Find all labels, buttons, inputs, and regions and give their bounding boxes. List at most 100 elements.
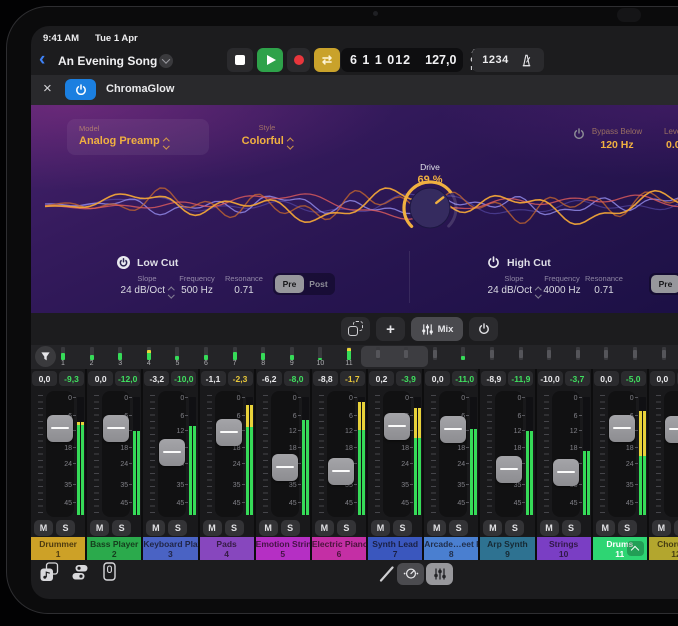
mute-button[interactable]: M bbox=[483, 520, 502, 536]
stop-button[interactable] bbox=[227, 48, 253, 72]
track-label[interactable]: Electric Piano 6 bbox=[312, 537, 366, 560]
low-cut-resonance-value[interactable]: 0.71 bbox=[217, 285, 271, 296]
solo-button[interactable]: S bbox=[393, 520, 412, 536]
style-value[interactable]: Colorful bbox=[229, 135, 305, 150]
mute-button[interactable]: M bbox=[146, 520, 165, 536]
track-label[interactable]: Synth Lead 7 bbox=[368, 537, 422, 560]
pre-button[interactable]: Pre bbox=[275, 275, 304, 293]
post-button[interactable]: Post bbox=[304, 275, 333, 293]
volume-fader[interactable] bbox=[216, 419, 242, 446]
volume-value[interactable]: -8,9 bbox=[481, 371, 506, 386]
solo-button[interactable]: S bbox=[56, 520, 75, 536]
volume-fader[interactable] bbox=[496, 456, 522, 483]
track-label[interactable]: Pads 4 bbox=[200, 537, 254, 560]
play-button[interactable] bbox=[257, 48, 283, 72]
volume-fader[interactable] bbox=[609, 415, 635, 442]
model-selector[interactable]: Model Analog Preamp bbox=[67, 119, 209, 155]
mute-button[interactable]: M bbox=[259, 520, 278, 536]
volume-fader[interactable] bbox=[328, 458, 354, 485]
volume-value[interactable]: 0,2 bbox=[369, 371, 394, 386]
pre-button[interactable]: Pre bbox=[651, 275, 678, 293]
volume-fader[interactable] bbox=[665, 416, 678, 443]
mix-view-toggle[interactable]: Mix bbox=[411, 317, 463, 341]
record-button[interactable] bbox=[287, 48, 310, 72]
metronome-icon[interactable] bbox=[519, 53, 534, 68]
lcd-display[interactable]: 6 1 1 012 127,0 4/4 C maj In Out MIDI bbox=[341, 48, 463, 72]
drive-knob[interactable] bbox=[398, 176, 462, 240]
solo-button[interactable]: S bbox=[168, 520, 187, 536]
mute-button[interactable]: M bbox=[90, 520, 109, 536]
track-label[interactable]: Emotion Strings 5 bbox=[256, 537, 310, 560]
volume-value[interactable]: 0,0 bbox=[88, 371, 113, 386]
volume-value[interactable]: 0,0 bbox=[650, 371, 675, 386]
mute-button[interactable]: M bbox=[34, 520, 53, 536]
track-label[interactable]: Arp Synth 9 bbox=[480, 537, 534, 560]
mute-button[interactable]: M bbox=[596, 520, 615, 536]
solo-button[interactable]: S bbox=[618, 520, 637, 536]
solo-button[interactable]: S bbox=[674, 520, 678, 536]
low-cut-power-button[interactable] bbox=[117, 256, 130, 269]
volume-fader[interactable] bbox=[47, 415, 73, 442]
volume-fader[interactable] bbox=[272, 454, 298, 481]
level-value[interactable]: 0.0 bbox=[666, 139, 678, 151]
controller-button[interactable] bbox=[103, 562, 116, 586]
count-in-metronome-group[interactable]: 1234 bbox=[472, 48, 544, 72]
plugin-power-button[interactable] bbox=[65, 79, 96, 100]
volume-value[interactable]: -3,2 bbox=[144, 371, 169, 386]
duplicate-button[interactable] bbox=[341, 317, 370, 341]
track-label[interactable]: Drummer 1 bbox=[31, 537, 85, 560]
song-menu-button[interactable] bbox=[159, 54, 173, 68]
smart-controls-button[interactable] bbox=[397, 563, 424, 585]
mute-button[interactable]: M bbox=[427, 520, 446, 536]
volume-value[interactable]: 0,0 bbox=[425, 371, 450, 386]
add-track-button[interactable]: + bbox=[376, 317, 405, 341]
cycle-button[interactable]: ⇄ bbox=[314, 48, 340, 72]
bypass-below-value[interactable]: 120 Hz bbox=[582, 139, 652, 151]
mixer-power-button[interactable] bbox=[469, 317, 498, 341]
browser-button[interactable] bbox=[39, 562, 61, 587]
track-label[interactable]: Bass Player 2 bbox=[87, 537, 141, 560]
mute-button[interactable]: M bbox=[203, 520, 222, 536]
solo-button[interactable]: S bbox=[337, 520, 356, 536]
meter-bridge[interactable]: 1234567891011 bbox=[31, 345, 678, 369]
loops-browser-icon bbox=[39, 562, 61, 582]
mute-button[interactable]: M bbox=[315, 520, 334, 536]
track-label[interactable]: Keyboard Player 3 bbox=[143, 537, 197, 560]
solo-button[interactable]: S bbox=[112, 520, 131, 536]
track-label[interactable]: Chorus V 12 bbox=[649, 537, 678, 560]
mute-button[interactable]: M bbox=[652, 520, 671, 536]
style-selector[interactable]: Style Colorful bbox=[229, 123, 305, 150]
volume-value[interactable]: 0,0 bbox=[594, 371, 619, 386]
solo-button[interactable]: S bbox=[281, 520, 300, 536]
back-button[interactable]: ‹ bbox=[39, 50, 45, 69]
mute-button[interactable]: M bbox=[371, 520, 390, 536]
mixer-view-button[interactable] bbox=[426, 563, 453, 585]
track-label[interactable]: Strings 10 bbox=[537, 537, 591, 560]
volume-fader[interactable] bbox=[384, 413, 410, 440]
expand-stack-button[interactable] bbox=[627, 541, 644, 556]
model-value[interactable]: Analog Preamp bbox=[79, 135, 168, 150]
count-in-button[interactable]: 1234 bbox=[482, 54, 508, 66]
volume-value[interactable]: -1,1 bbox=[201, 371, 226, 386]
volume-fader[interactable] bbox=[553, 459, 579, 486]
solo-button[interactable]: S bbox=[562, 520, 581, 536]
volume-fader[interactable] bbox=[103, 415, 129, 442]
volume-value[interactable]: -10,0 bbox=[538, 371, 563, 386]
filter-button[interactable] bbox=[35, 346, 56, 367]
mute-button[interactable]: M bbox=[540, 520, 559, 536]
track-label[interactable]: Arcade…eet Pad 8 bbox=[424, 537, 478, 560]
pencil-icon[interactable] bbox=[378, 565, 396, 583]
solo-button[interactable]: S bbox=[449, 520, 468, 536]
song-title[interactable]: An Evening Song bbox=[58, 54, 157, 68]
volume-value[interactable]: -6,2 bbox=[257, 371, 282, 386]
volume-fader[interactable] bbox=[159, 439, 185, 466]
volume-value[interactable]: 0,0 bbox=[32, 371, 57, 386]
volume-value[interactable]: -8,8 bbox=[313, 371, 338, 386]
plugins-button[interactable] bbox=[71, 563, 89, 586]
volume-fader[interactable] bbox=[440, 416, 466, 443]
high-cut-power-button[interactable] bbox=[487, 256, 500, 269]
high-cut-resonance-value[interactable]: 0.71 bbox=[577, 285, 631, 296]
solo-button[interactable]: S bbox=[225, 520, 244, 536]
close-icon[interactable]: × bbox=[43, 80, 52, 98]
solo-button[interactable]: S bbox=[505, 520, 524, 536]
